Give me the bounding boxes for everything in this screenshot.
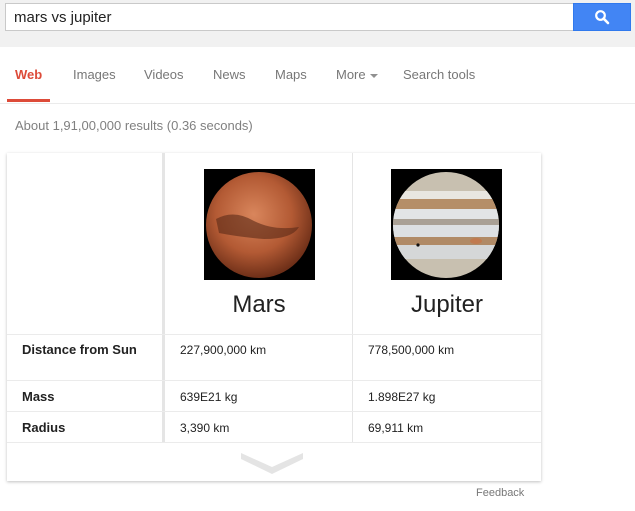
search-button[interactable] [573,3,631,31]
jupiter-radius: 69,911 km [368,421,424,435]
tab-more[interactable]: More [336,67,378,82]
search-icon [595,10,610,25]
planet-name-mars: Mars [232,291,286,318]
feedback-link[interactable]: Feedback [476,487,524,499]
tab-search-tools[interactable]: Search tools [403,67,475,82]
tab-web[interactable]: Web [15,67,42,82]
search-header [0,0,635,47]
caret-down-icon [369,73,378,78]
mars-radius: 3,390 km [180,421,230,435]
jupiter-distance: 778,500,000 km [368,343,455,357]
row-label-radius: Radius [22,420,66,435]
row-divider [7,411,541,412]
search-tabs: Web Images Videos News Maps More Search … [0,47,635,104]
row-label-distance: Distance from Sun [22,342,137,357]
active-tab-indicator [7,99,50,102]
search-box[interactable] [5,3,573,31]
row-divider [7,380,541,381]
mars-image [204,169,315,280]
mars-mass: 639E21 kg [180,390,238,404]
row-label-mass: Mass [22,389,55,404]
expand-button[interactable] [241,453,303,480]
tab-maps[interactable]: Maps [275,67,307,82]
search-input[interactable] [14,9,554,26]
tab-images[interactable]: Images [73,67,116,82]
results-stats: About 1,91,00,000 results (0.36 seconds) [15,118,253,133]
comparison-card: Mars Jupiter Distance from Sun 227,900,0… [7,153,541,481]
mars-distance: 227,900,000 km [180,343,267,357]
tab-videos[interactable]: Videos [144,67,184,82]
jupiter-mass: 1.898E27 kg [368,390,436,404]
chevron-down-icon [241,453,303,474]
jupiter-image [391,169,502,280]
tab-more-label: More [336,67,366,82]
tab-news[interactable]: News [213,67,246,82]
row-divider [7,334,541,335]
planet-name-jupiter: Jupiter [410,291,484,318]
row-divider [7,442,541,443]
